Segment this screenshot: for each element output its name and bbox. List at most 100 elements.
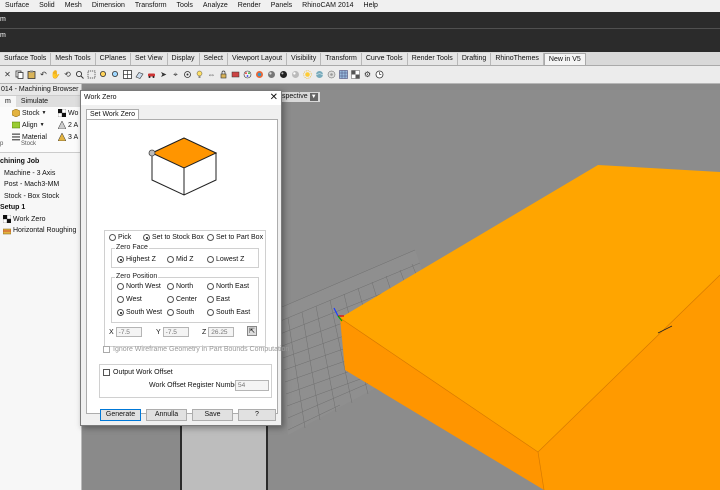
tab-curve-tools[interactable]: Curve Tools xyxy=(361,53,408,65)
settings-icon[interactable]: ⚙ xyxy=(362,69,373,80)
dimension-icon[interactable]: ⇔ xyxy=(206,69,217,80)
tab-display[interactable]: Display xyxy=(167,53,200,65)
radio-south-west[interactable]: South West xyxy=(117,309,162,316)
menu-surface[interactable]: Surface xyxy=(0,0,34,12)
tab-select[interactable]: Select xyxy=(199,53,228,65)
ignore-wireframe-checkbox[interactable]: Ignore Wireframe Geometry in Part Bounds… xyxy=(103,346,289,353)
radio-part-box[interactable]: Set to Part Box xyxy=(207,234,263,241)
stock-box[interactable] xyxy=(339,165,720,490)
z-input[interactable]: 26.25 xyxy=(208,327,235,337)
palette-icon[interactable] xyxy=(242,69,253,80)
cut-icon[interactable]: ✕ xyxy=(2,69,13,80)
tab-new-in-v5[interactable]: New in V5 xyxy=(543,53,586,65)
tab-drafting[interactable]: Drafting xyxy=(457,53,492,65)
tab-cplanes[interactable]: CPlanes xyxy=(95,53,132,65)
dialog-title[interactable]: Work Zero xyxy=(81,91,281,105)
radio-highest-z[interactable]: Highest Z xyxy=(117,256,156,263)
rotate-view-icon[interactable]: ⟲ xyxy=(62,69,73,80)
tab-mesh-tools[interactable]: Mesh Tools xyxy=(51,53,96,65)
sun-icon[interactable] xyxy=(302,69,313,80)
checker-icon[interactable] xyxy=(350,69,361,80)
tab-transform[interactable]: Transform xyxy=(321,53,362,65)
tree-item-stock[interactable]: Stock - Box Stock xyxy=(0,191,81,203)
menu-transform[interactable]: Transform xyxy=(130,0,172,12)
tab-rhinothemes[interactable]: RhinoThemes xyxy=(491,53,544,65)
radio-stock-box[interactable]: Set to Stock Box xyxy=(143,234,204,241)
chevron-down-icon[interactable]: ▼ xyxy=(309,93,318,101)
light-icon[interactable] xyxy=(326,69,337,80)
radio-east[interactable]: East xyxy=(207,296,230,303)
stock-button[interactable]: Stock ▼ xyxy=(11,108,47,118)
pick-point-icon[interactable]: ⇱ xyxy=(247,326,257,336)
undo-icon[interactable]: ↶ xyxy=(38,69,49,80)
menu-solid[interactable]: Solid xyxy=(34,0,60,12)
tab-set-view[interactable]: Set View xyxy=(131,53,168,65)
menu-rhinocam[interactable]: RhinoCAM 2014 xyxy=(297,0,358,12)
generate-button[interactable]: Generate xyxy=(100,409,141,421)
material-button[interactable]: Material xyxy=(12,133,47,141)
grid-icon[interactable] xyxy=(338,69,349,80)
radio-north-west[interactable]: North West xyxy=(117,283,161,290)
menu-dimension[interactable]: Dimension xyxy=(87,0,130,12)
select-icon[interactable]: ⌖ xyxy=(170,69,181,80)
material-icon[interactable] xyxy=(230,69,241,80)
y-input[interactable]: -7.5 xyxy=(162,327,189,337)
environment-icon[interactable] xyxy=(314,69,325,80)
four-viewports-icon[interactable] xyxy=(122,69,133,80)
cplane-icon[interactable] xyxy=(134,69,145,80)
tree-item-machining-job[interactable]: chining Job xyxy=(0,156,81,168)
register-number-input[interactable]: 54 xyxy=(235,380,269,391)
sphere-icon[interactable] xyxy=(266,69,277,80)
zoom-extents-icon[interactable] xyxy=(98,69,109,80)
viewport-title[interactable]: spective ▼ xyxy=(280,92,320,102)
cursor-icon[interactable]: ➤ xyxy=(158,69,169,80)
close-icon[interactable]: ✕ xyxy=(270,91,278,105)
radio-north[interactable]: North xyxy=(167,283,193,290)
output-work-offset-checkbox[interactable]: Output Work Offset xyxy=(103,369,173,376)
tree-item-post[interactable]: Post - Mach3-MM xyxy=(0,179,81,191)
shaded-sphere-icon[interactable] xyxy=(290,69,301,80)
radio-south[interactable]: South xyxy=(167,309,194,316)
menu-help[interactable]: Help xyxy=(359,0,383,12)
radio-south-east[interactable]: South East xyxy=(207,309,250,316)
annulla-button[interactable]: Annulla xyxy=(146,409,187,421)
tree-item-horizontal-roughing[interactable]: Horizontal Roughing xyxy=(0,225,81,237)
tree-item-work-zero[interactable]: Work Zero xyxy=(0,214,81,226)
stock-dropdown-icon[interactable]: ▼ xyxy=(42,110,47,116)
copy-icon[interactable] xyxy=(14,69,25,80)
color-wheel-icon[interactable] xyxy=(254,69,265,80)
tab-viewport-layout[interactable]: Viewport Layout xyxy=(227,53,288,65)
tree-item-setup[interactable]: Setup 1 xyxy=(0,202,81,214)
three-axis-button[interactable]: 3 A xyxy=(57,132,78,142)
tab-surface-tools[interactable]: Surface Tools xyxy=(0,53,52,65)
menu-panels[interactable]: Panels xyxy=(266,0,297,12)
two-axis-button[interactable]: 2 A xyxy=(57,120,78,130)
render-sphere-icon[interactable] xyxy=(278,69,289,80)
radio-mid-z[interactable]: Mid Z xyxy=(167,256,194,263)
command-area[interactable]: m m xyxy=(0,12,720,52)
tab-render-tools[interactable]: Render Tools xyxy=(407,53,458,65)
tab-simulate[interactable]: Simulate xyxy=(16,96,53,107)
menu-mesh[interactable]: Mesh xyxy=(60,0,87,12)
work-zero-ribbon-button[interactable]: Wo xyxy=(57,108,78,118)
radio-center[interactable]: Center xyxy=(167,296,197,303)
zoom-selected-icon[interactable] xyxy=(110,69,121,80)
tab-visibility[interactable]: Visibility xyxy=(287,53,322,65)
save-button[interactable]: Save xyxy=(192,409,233,421)
zoom-window-icon[interactable] xyxy=(86,69,97,80)
menu-analyze[interactable]: Analyze xyxy=(198,0,233,12)
menu-render[interactable]: Render xyxy=(233,0,266,12)
radio-west[interactable]: West xyxy=(117,296,142,303)
help-button[interactable]: ? xyxy=(238,409,276,421)
radio-north-east[interactable]: North East xyxy=(207,283,249,290)
car-icon[interactable] xyxy=(146,69,157,80)
radio-lowest-z[interactable]: Lowest Z xyxy=(207,256,244,263)
menu-tools[interactable]: Tools xyxy=(172,0,198,12)
align-button[interactable]: Align ▼ xyxy=(11,121,45,129)
zoom-icon[interactable] xyxy=(74,69,85,80)
snap-icon[interactable] xyxy=(182,69,193,80)
paste-icon[interactable] xyxy=(26,69,37,80)
command-prompt-line[interactable]: m xyxy=(0,32,6,39)
clock-icon[interactable] xyxy=(374,69,385,80)
align-dropdown-icon[interactable]: ▼ xyxy=(40,122,45,128)
